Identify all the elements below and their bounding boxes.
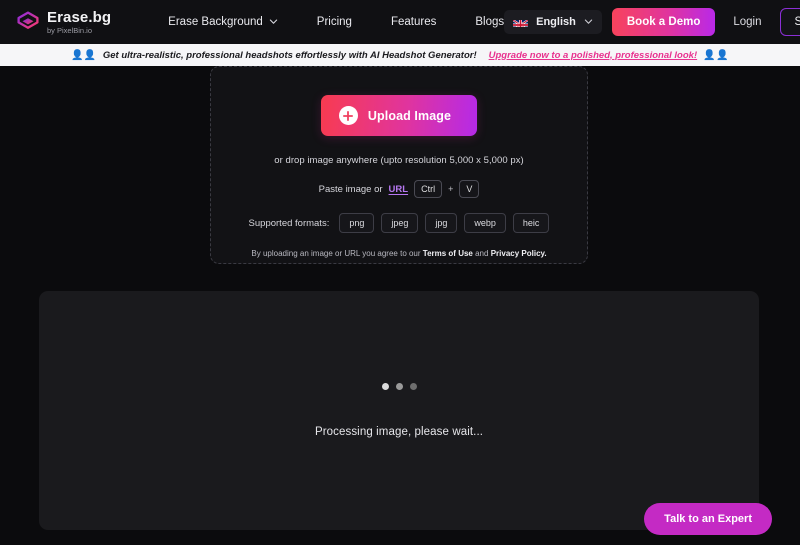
paste-prefix-label: Paste image or — [318, 183, 383, 195]
nav-item-erase-background[interactable]: Erase Background — [168, 10, 278, 34]
upload-dropzone[interactable]: Upload Image or drop image anywhere (upt… — [210, 66, 588, 264]
upload-image-label: Upload Image — [367, 108, 452, 123]
chevron-down-icon — [584, 17, 593, 26]
privacy-policy-link[interactable]: Privacy Policy. — [491, 249, 547, 258]
processing-panel: Processing image, please wait... — [39, 291, 759, 530]
paste-url-link[interactable]: URL — [389, 184, 409, 195]
nav-label: Features — [390, 16, 437, 28]
key-plus-symbol: + — [448, 184, 454, 194]
uk-flag-icon — [513, 17, 529, 27]
talk-to-an-expert-button[interactable]: Talk to an Expert — [644, 503, 772, 535]
supported-formats-label: Supported formats: — [248, 217, 330, 229]
format-chip-webp[interactable]: webp — [464, 213, 506, 233]
format-chip-jpeg[interactable]: jpeg — [381, 213, 419, 233]
site-header: Erase.bg by PixelBin.io Erase Background… — [0, 0, 800, 44]
chevron-down-icon — [269, 17, 278, 26]
supported-formats-row: Supported formats: png jpeg jpg webp hei… — [249, 213, 550, 233]
promo-banner-link[interactable]: Upgrade now to a polished, professional … — [489, 50, 698, 61]
nav-label: Erase Background — [168, 16, 263, 28]
format-chip-png[interactable]: png — [339, 213, 375, 233]
nav-item-features[interactable]: Features — [391, 10, 436, 34]
people-emoji-left: 👤👤 — [70, 49, 97, 61]
legal-disclaimer: By uploading an image or URL you agree t… — [251, 249, 546, 258]
main-nav: Erase Background Pricing Features Blogs — [168, 10, 504, 34]
signup-button[interactable]: Signup — [779, 8, 800, 36]
people-emoji-right: 👤👤 — [703, 49, 730, 61]
erasebg-logo-icon — [16, 10, 40, 34]
brand-logo[interactable]: Erase.bg by PixelBin.io — [16, 10, 111, 35]
promo-banner: 👤👤 Get ultra-realistic, professional hea… — [0, 44, 800, 66]
nav-label: Pricing — [316, 16, 352, 28]
loading-dot-1 — [381, 383, 389, 390]
processing-status-text: Processing image, please wait... — [314, 426, 484, 438]
brand-subtitle: by PixelBin.io — [47, 25, 93, 35]
legal-and: and — [475, 249, 489, 258]
key-v: V — [459, 180, 480, 198]
brand-title: Erase.bg — [47, 8, 112, 26]
legal-prefix: By uploading an image or URL you agree t… — [251, 249, 421, 258]
drop-image-hint: or drop image anywhere (upto resolution … — [274, 155, 524, 166]
plus-circle-icon — [338, 106, 358, 125]
book-a-demo-button[interactable]: Book a Demo — [611, 8, 716, 36]
upload-image-button[interactable]: Upload Image — [320, 95, 478, 136]
nav-label: Blogs — [475, 16, 505, 28]
header-actions: English Book a Demo Login Signup — [504, 8, 800, 36]
terms-of-use-link[interactable]: Terms of Use — [423, 249, 473, 258]
format-chip-heic[interactable]: heic — [512, 213, 550, 233]
loading-dot-2 — [395, 383, 403, 390]
promo-banner-text: Get ultra-realistic, professional headsh… — [102, 49, 477, 61]
loading-dots-icon — [381, 383, 417, 390]
language-label: English — [536, 16, 576, 28]
app-root: Erase.bg by PixelBin.io Erase Background… — [0, 0, 800, 545]
format-chip-jpg[interactable]: jpg — [425, 213, 458, 233]
login-button[interactable]: Login — [725, 10, 769, 34]
nav-item-blogs[interactable]: Blogs — [475, 10, 504, 34]
nav-item-pricing[interactable]: Pricing — [317, 10, 352, 34]
language-selector[interactable]: English — [504, 10, 602, 34]
loading-dot-3 — [409, 383, 417, 390]
key-ctrl: Ctrl — [414, 180, 443, 198]
paste-image-row: Paste image or URL Ctrl + V — [319, 180, 480, 198]
